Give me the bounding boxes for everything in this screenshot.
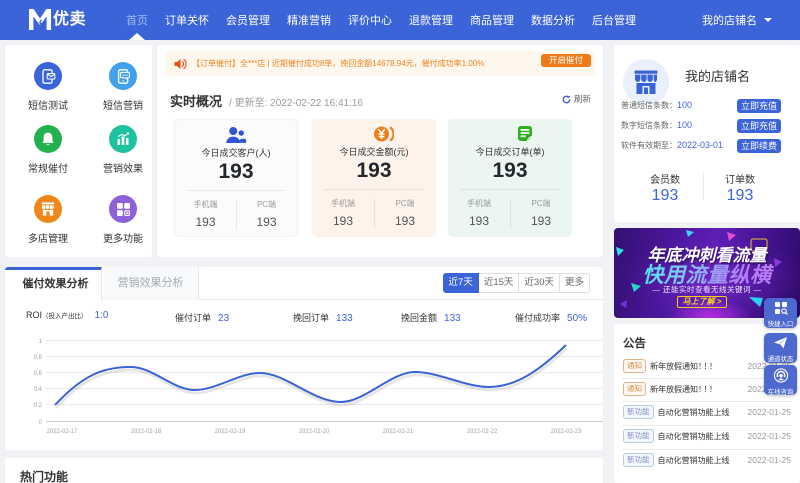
svg-text:0.4: 0.4 [34,387,43,393]
svg-text:2022-02-22: 2022-02-22 [467,429,498,435]
svg-text:2022-02-17: 2022-02-17 [47,429,78,435]
svg-text:0: 0 [39,420,43,426]
svg-text:0.6: 0.6 [34,371,43,377]
svg-text:2022-02-20: 2022-02-20 [299,429,330,435]
svg-text:2022-02-21: 2022-02-21 [383,429,414,435]
svg-text:2022-02-18: 2022-02-18 [131,429,162,435]
svg-text:0.2: 0.2 [34,403,43,409]
svg-text:2022-02-23: 2022-02-23 [551,429,582,435]
svg-text:2022-02-19: 2022-02-19 [215,429,246,435]
svg-text:0.8: 0.8 [34,355,43,361]
svg-text:1: 1 [39,339,43,345]
